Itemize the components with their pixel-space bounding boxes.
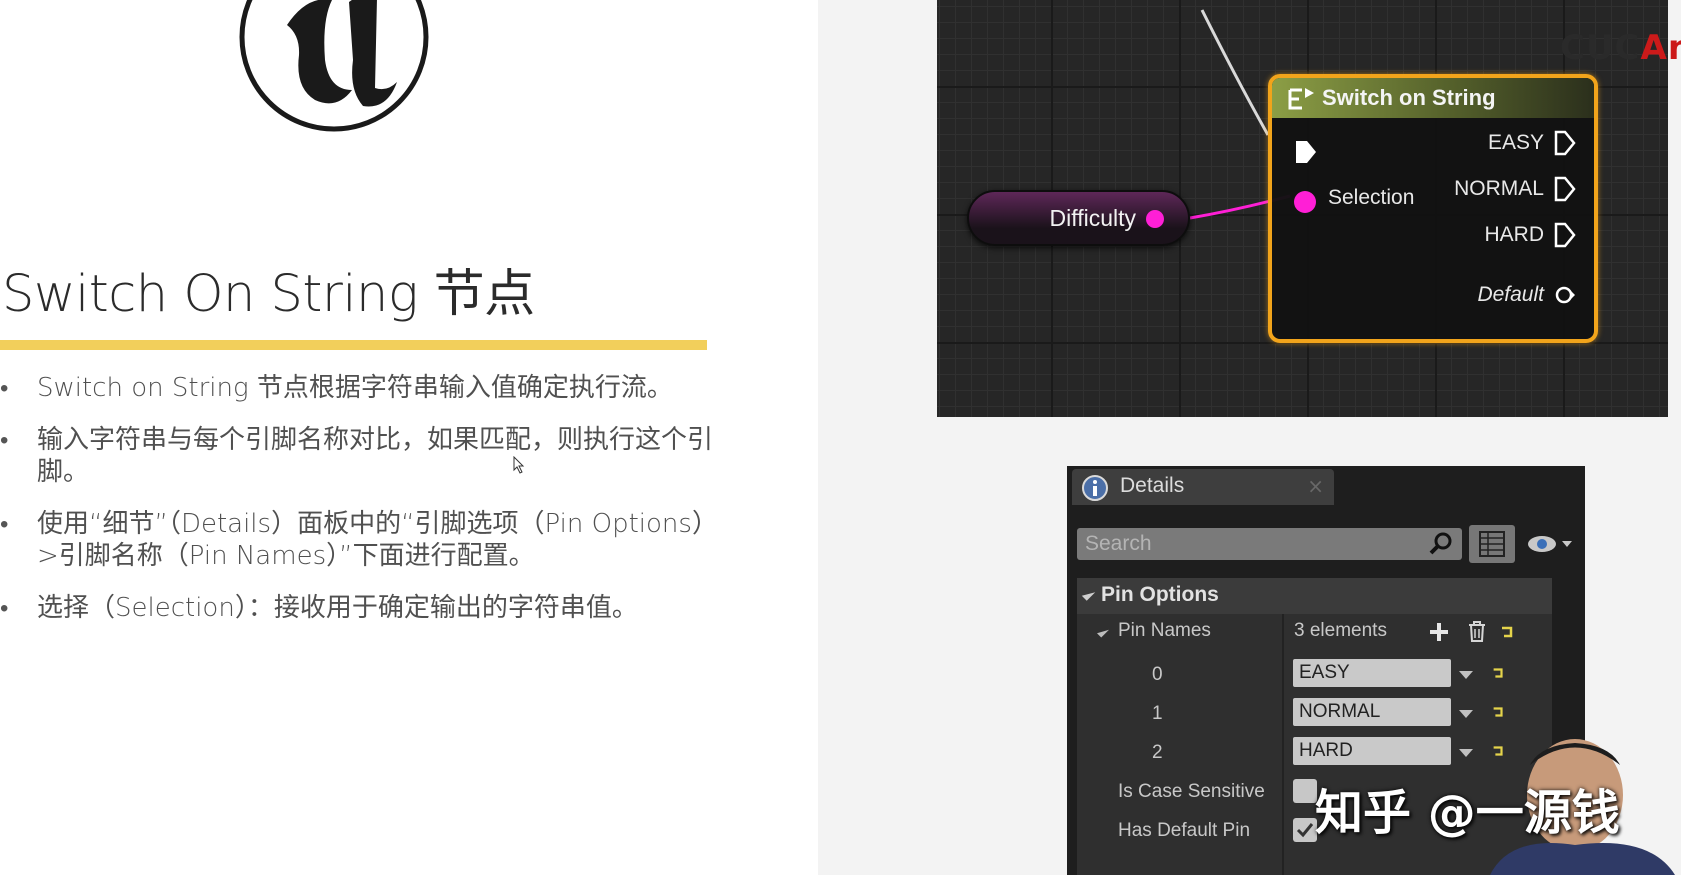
pin-name-input[interactable] xyxy=(1293,737,1451,765)
bullet-list: Switch on String 节点根据字符串输入值确定执行流。 输入字符串与… xyxy=(0,372,720,644)
zhihu-watermark: 知乎 @一源钱 xyxy=(1315,785,1620,841)
blueprint-graph[interactable]: Difficulty Switch on String Selection EA… xyxy=(937,0,1668,417)
node-header: Switch on String xyxy=(1272,78,1594,118)
info-icon xyxy=(1082,475,1108,501)
switch-on-string-node[interactable]: Switch on String Selection EASY NORMAL H… xyxy=(1268,74,1598,343)
check-icon xyxy=(1296,823,1314,838)
watermark-main: CUC xyxy=(1560,28,1641,68)
mouse-cursor-icon xyxy=(513,456,525,474)
exec-output-pin-icon[interactable] xyxy=(1554,282,1576,308)
cuc-watermark: CUCAn xyxy=(1560,28,1681,68)
has-default-pin-checkbox[interactable] xyxy=(1293,818,1317,842)
category-label: Pin Options xyxy=(1101,583,1219,606)
case-sensitive-checkbox[interactable] xyxy=(1293,779,1317,803)
exec-output-pin-icon[interactable] xyxy=(1554,176,1576,202)
output-default[interactable]: Default xyxy=(1477,282,1576,308)
bullet-item: Switch on String 节点根据字符串输入值确定执行流。 xyxy=(0,372,720,404)
pin-options-category[interactable]: Pin Options xyxy=(1077,578,1552,614)
details-tab[interactable]: Details × xyxy=(1072,469,1334,505)
has-default-pin-label: Has Default Pin xyxy=(1118,820,1251,841)
selection-label: Selection xyxy=(1328,186,1415,209)
unreal-engine-logo xyxy=(239,0,429,132)
pin-names-label: Pin Names xyxy=(1118,620,1211,641)
output-normal[interactable]: NORMAL xyxy=(1454,176,1576,202)
close-icon[interactable]: × xyxy=(1307,474,1324,498)
output-label: NORMAL xyxy=(1454,177,1544,200)
search-box xyxy=(1077,528,1462,560)
eye-icon[interactable] xyxy=(1522,528,1577,560)
exec-input-pin-icon[interactable] xyxy=(1294,139,1318,165)
bullet-item: 输入字符串与每个引脚名称对比，如果匹配，则执行这个引脚。 xyxy=(0,424,720,488)
reset-to-default-icon[interactable] xyxy=(1491,666,1505,680)
slide-title: Switch On String 节点 xyxy=(2,265,535,324)
bullet-item: 使用“细节”（Details）面板中的“引脚选项（Pin Options）>引脚… xyxy=(0,508,720,572)
reset-to-default-icon[interactable] xyxy=(1499,624,1515,640)
trash-icon[interactable] xyxy=(1467,620,1487,642)
slide: Switch On String 节点 Switch on String 节点根… xyxy=(0,0,818,875)
pin-name-input[interactable] xyxy=(1293,698,1451,726)
output-label: EASY xyxy=(1487,131,1544,154)
output-hard[interactable]: HARD xyxy=(1484,222,1576,248)
search-icon[interactable] xyxy=(1428,531,1454,557)
add-icon[interactable] xyxy=(1429,622,1449,642)
reset-to-default-icon[interactable] xyxy=(1491,705,1505,719)
variable-output-pin[interactable] xyxy=(1146,210,1164,228)
chevron-down-icon[interactable] xyxy=(1459,749,1473,757)
elements-count: 3 elements xyxy=(1294,620,1387,641)
selection-input-pin[interactable] xyxy=(1294,191,1316,213)
details-tab-title: Details xyxy=(1120,474,1185,497)
collapse-arrow-icon[interactable] xyxy=(1096,625,1110,638)
case-sensitive-label: Is Case Sensitive xyxy=(1118,781,1265,802)
chevron-down-icon[interactable] xyxy=(1459,710,1473,718)
node-title: Switch on String xyxy=(1322,85,1496,110)
pin-index: 0 xyxy=(1152,664,1163,685)
watermark-red: An xyxy=(1640,28,1681,68)
column-divider xyxy=(1282,614,1284,875)
pin-index: 2 xyxy=(1152,742,1163,763)
output-label: Default xyxy=(1477,283,1544,306)
search-input[interactable] xyxy=(1077,528,1417,560)
difficulty-variable-node[interactable]: Difficulty xyxy=(967,190,1190,246)
output-label: HARD xyxy=(1484,223,1544,246)
grid-icon xyxy=(1479,531,1505,557)
exec-output-pin-icon[interactable] xyxy=(1554,222,1576,248)
title-underline xyxy=(0,340,707,350)
chevron-down-icon[interactable] xyxy=(1459,671,1473,679)
property-matrix-button[interactable] xyxy=(1469,525,1515,563)
pin-index: 1 xyxy=(1152,703,1163,724)
variable-label: Difficulty xyxy=(1049,205,1137,231)
exec-output-pin-icon[interactable] xyxy=(1554,130,1576,156)
function-icon xyxy=(1288,88,1314,110)
output-easy[interactable]: EASY xyxy=(1488,130,1576,156)
pin-name-input[interactable] xyxy=(1293,659,1451,687)
bullet-item: 选择（Selection）：接收用于确定输出的字符串值。 xyxy=(0,592,720,624)
collapse-arrow-icon xyxy=(1081,587,1096,601)
